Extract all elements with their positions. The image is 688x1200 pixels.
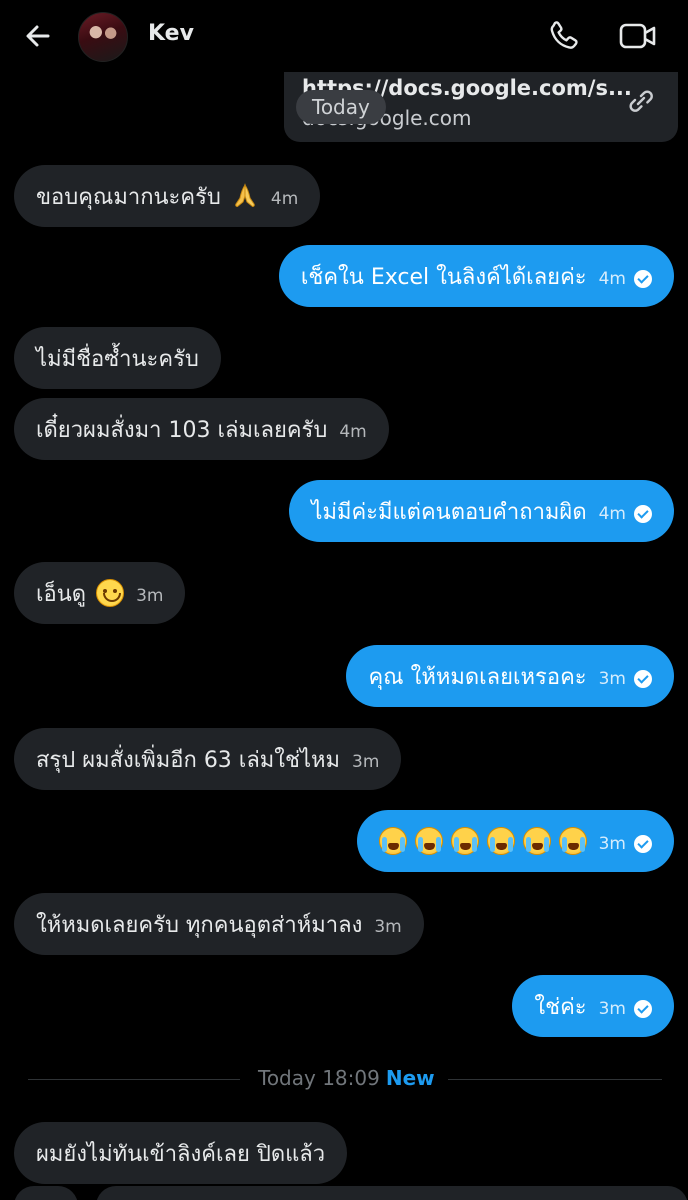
read-receipt-check-icon — [634, 1000, 652, 1018]
contact-name[interactable]: Kev — [148, 21, 194, 46]
back-arrow-icon[interactable] — [22, 20, 54, 52]
new-messages-divider: Today 18:09 New — [28, 1066, 662, 1092]
message-timestamp: 3m — [598, 834, 626, 854]
message-text: ไม่มีชื่อซ้ำนะครับ — [36, 346, 199, 372]
message-timestamp: 3m — [136, 586, 164, 606]
message-timestamp: 4m — [339, 422, 367, 442]
message-bubble-incoming[interactable]: ขอบคุณมากนะครับ 4m — [14, 165, 321, 227]
dm-conversation-screen: Kev https://docs.google.com/s... docs.go… — [0, 0, 688, 1200]
divider-label: Today 18:09 New — [258, 1066, 435, 1090]
message-text: ไม่มีค่ะมีแต่คนตอบคำถามผิด — [311, 499, 587, 525]
partial-bubble — [96, 1186, 688, 1200]
message-bubble-outgoing[interactable]: 3m — [356, 810, 674, 872]
new-label: New — [385, 1066, 435, 1090]
message-bubble-incoming[interactable]: ผมยังไม่ทันเข้าลิงค์เลย ปิดแล้ว — [14, 1122, 348, 1184]
partial-bubble — [14, 1186, 78, 1200]
message-text: เดี๋ยวผมสั่งมา 103 เล่มเลยครับ — [36, 417, 328, 443]
read-receipt-check-icon — [634, 270, 652, 288]
message-bubble-outgoing[interactable]: เช็คใน Excel ในลิงค์ได้เลยค่ะ 4m — [278, 245, 674, 307]
message-text: ให้หมดเลยครับ ทุกคนอุตส่าห์มาลง — [36, 912, 363, 938]
divider-time: Today 18:09 — [258, 1066, 380, 1090]
phone-call-icon[interactable] — [546, 18, 582, 54]
divider-line — [28, 1079, 240, 1080]
loudly-crying-face-emoji-icon — [558, 827, 587, 855]
loudly-crying-face-emoji-icon — [414, 827, 443, 855]
message-text: เช็คใน Excel ในลิงค์ได้เลยค่ะ — [300, 264, 587, 290]
message-timestamp: 3m — [598, 669, 626, 689]
message-timestamp: 3m — [352, 752, 380, 772]
message-bubble-incoming[interactable]: เดี๋ยวผมสั่งมา 103 เล่มเลยครับ 4m — [14, 398, 389, 460]
message-timestamp: 4m — [598, 269, 626, 289]
read-receipt-check-icon — [634, 835, 652, 853]
smiling-face-emoji-icon — [96, 579, 125, 607]
message-timestamp: 4m — [270, 189, 299, 209]
loudly-crying-face-emoji-icon — [378, 827, 407, 855]
message-text: ผมยังไม่ทันเข้าลิงค์เลย ปิดแล้ว — [36, 1141, 326, 1167]
loudly-crying-face-emoji-icon — [522, 827, 551, 855]
emoji-row — [378, 827, 587, 855]
message-text: สรุป ผมสั่งเพิ่มอีก 63 เล่มใช่ไหม — [36, 747, 341, 773]
read-receipt-check-icon — [634, 670, 652, 688]
link-icon — [629, 90, 653, 112]
message-timestamp: 4m — [598, 504, 626, 524]
message-text: ขอบคุณมากนะครับ — [36, 184, 221, 210]
contact-avatar[interactable] — [78, 12, 128, 62]
message-bubble-outgoing[interactable]: ไม่มีค่ะมีแต่คนตอบคำถามผิด 4m — [289, 480, 674, 542]
message-text: เอ็นดู — [36, 581, 87, 607]
date-chip: Today — [296, 90, 386, 124]
divider-line — [448, 1079, 662, 1080]
message-text: ใช่ค่ะ — [534, 994, 587, 1020]
message-bubble-incoming[interactable]: สรุป ผมสั่งเพิ่มอีก 63 เล่มใช่ไหม 3m — [14, 728, 402, 790]
loudly-crying-face-emoji-icon — [486, 827, 515, 855]
message-timestamp: 3m — [598, 999, 626, 1019]
folded-hands-emoji-icon — [235, 183, 255, 207]
read-receipt-check-icon — [634, 505, 652, 523]
message-text: คุณ ให้หมดเลยเหรอคะ — [368, 664, 587, 690]
message-bubble-incoming[interactable]: เอ็นดู 3m — [14, 562, 186, 624]
message-bubble-outgoing[interactable]: คุณ ให้หมดเลยเหรอคะ 3m — [346, 645, 674, 707]
message-bubble-incoming[interactable]: ไม่มีชื่อซ้ำนะครับ — [14, 327, 221, 389]
conversation-header: Kev — [0, 0, 688, 72]
video-call-icon[interactable] — [618, 18, 658, 54]
message-timestamp: 3m — [374, 917, 402, 937]
loudly-crying-face-emoji-icon — [450, 827, 479, 855]
message-bubble-incoming[interactable]: ให้หมดเลยครับ ทุกคนอุตส่าห์มาลง 3m — [14, 893, 424, 955]
message-bubble-outgoing[interactable]: ใช่ค่ะ 3m — [512, 975, 674, 1037]
